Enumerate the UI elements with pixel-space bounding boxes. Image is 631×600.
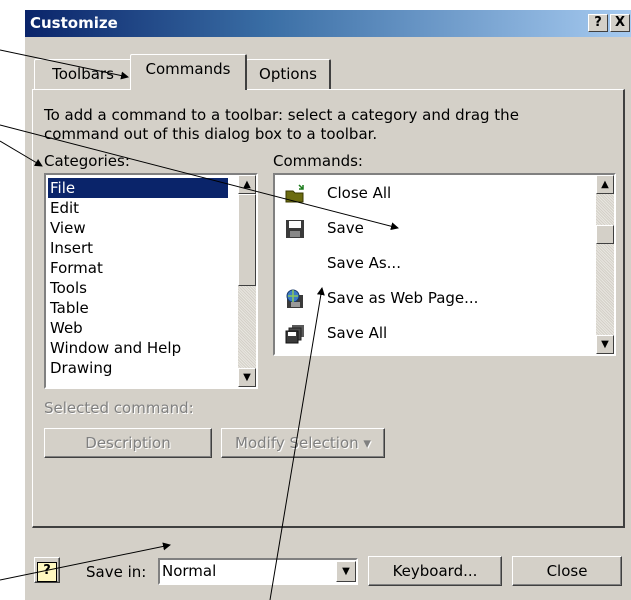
help-button[interactable]: ? [34, 557, 60, 583]
keyboard-button[interactable]: Keyboard... [368, 556, 502, 586]
tab-options[interactable]: Options [246, 59, 331, 89]
close-title-button[interactable]: X [610, 14, 630, 32]
customize-dialog: Customize ? X Toolbars Commands Options … [24, 9, 631, 600]
help-title-button[interactable]: ? [588, 14, 608, 32]
save-in-label: Save in: [86, 563, 147, 581]
save-in-value: Normal [162, 562, 217, 580]
dialog-title: Customize [30, 14, 118, 32]
save-in-select[interactable]: Normal ▼ [158, 558, 358, 585]
tab-commands[interactable]: Commands [130, 54, 247, 90]
commands-panel [32, 89, 625, 528]
tab-toolbars[interactable]: Toolbars [34, 59, 133, 89]
title-bar[interactable]: Customize ? X [25, 10, 631, 37]
chevron-down-icon[interactable]: ▼ [336, 561, 356, 582]
help-icon: ? [37, 562, 57, 582]
close-button[interactable]: Close [512, 556, 622, 586]
